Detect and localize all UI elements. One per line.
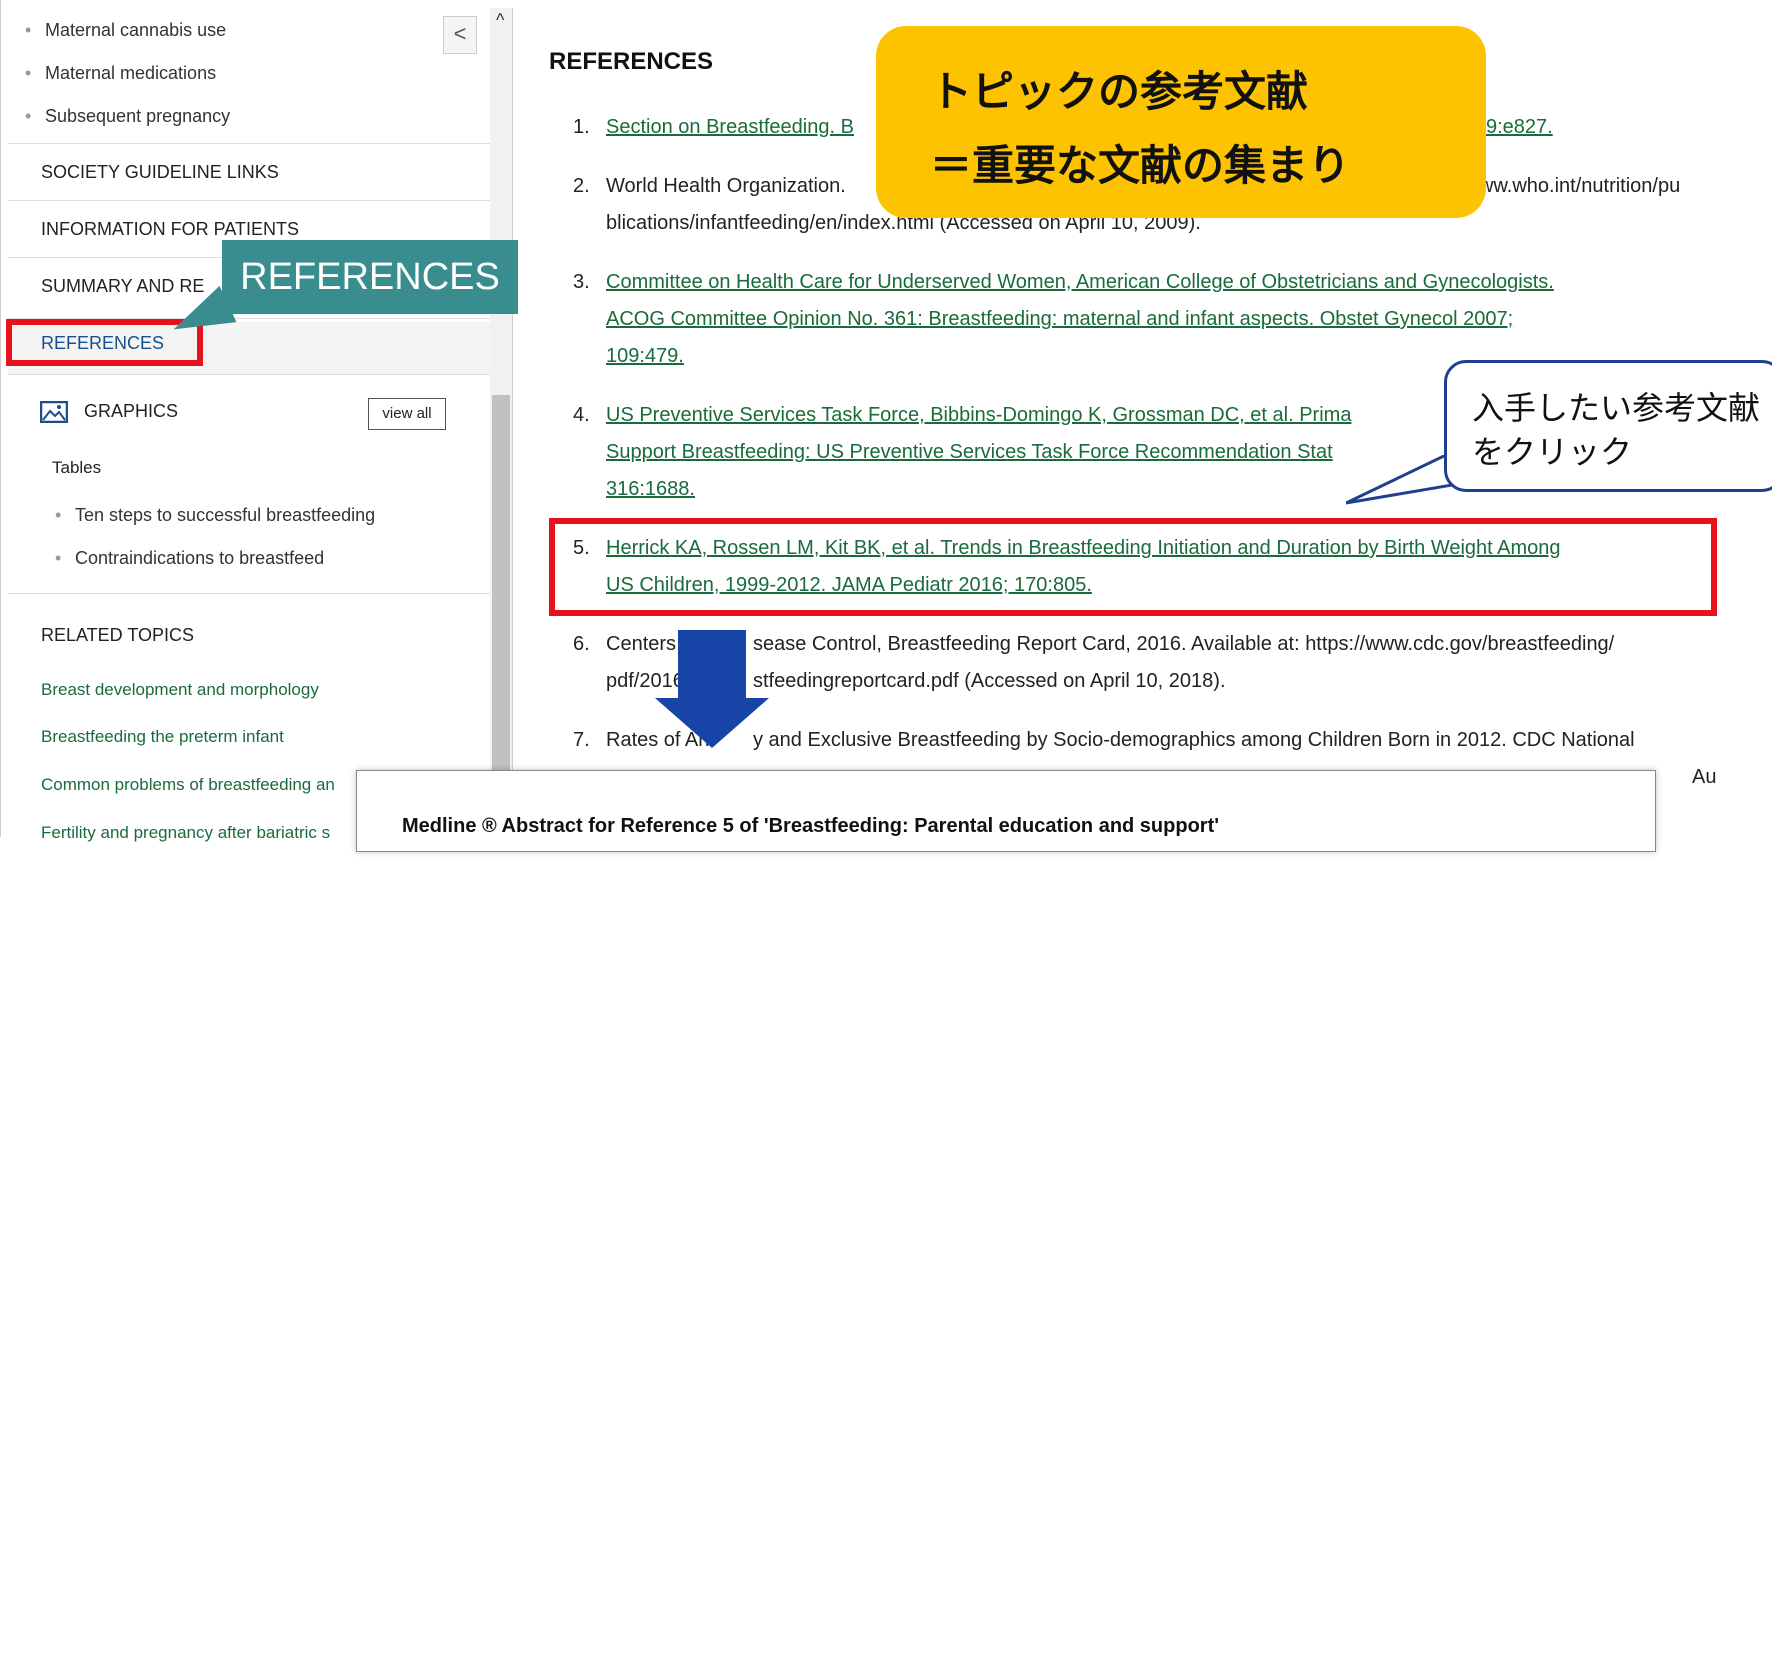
ref-number: 4. <box>573 404 590 426</box>
reference-link-1[interactable]: Section on Breastfeeding. B <box>606 116 854 139</box>
reference-link-4-line3[interactable]: 316:1688. <box>606 478 695 501</box>
ref-number: 3. <box>573 271 590 293</box>
divider <box>8 200 490 201</box>
view-all-button[interactable]: view all <box>368 398 446 430</box>
ref-number: 1. <box>573 116 590 138</box>
sidebar-border <box>512 8 513 845</box>
sidebar-item-maternal-medications[interactable]: Maternal medications <box>25 63 216 84</box>
reference-text-6-cont: sease Control, Breastfeeding Report Card… <box>753 633 1615 655</box>
down-arrow-icon <box>678 630 746 700</box>
reference-text-7-line2: Au <box>1692 766 1717 788</box>
sidebar-item-summary[interactable]: SUMMARY AND RE <box>41 276 204 297</box>
reference-link-3-line3[interactable]: 109:479. <box>606 345 684 368</box>
divider <box>8 143 490 144</box>
reference-link-3[interactable]: Committee on Health Care for Underserved… <box>606 271 1554 294</box>
ref-number: 2. <box>573 175 590 197</box>
related-topic-link[interactable]: Breast development and morphology <box>41 680 319 700</box>
callout-text: 入手したい参考文献 <box>1472 390 1761 426</box>
references-label-callout: REFERENCES <box>222 240 518 314</box>
reference-text-2: World Health Organization. <box>606 175 846 197</box>
image-gallery-icon <box>40 401 68 423</box>
reference-link-3-line2[interactable]: ACOG Committee Opinion No. 361: Breastfe… <box>606 308 1513 331</box>
sidebar-item-society-guidelines[interactable]: SOCIETY GUIDELINE LINKS <box>41 162 279 183</box>
abstract-modal <box>356 770 1656 852</box>
ref-number: 6. <box>573 633 590 655</box>
divider <box>8 374 490 375</box>
sidebar-item-subsequent-pregnancy[interactable]: Subsequent pregnancy <box>25 106 230 127</box>
down-arrow-icon-head <box>655 698 769 748</box>
callout-text: トピックの参考文献 <box>930 68 1309 115</box>
callout-text: ＝重要な文献の集まり <box>930 142 1351 189</box>
modal-title: Medline ® Abstract for Reference 5 of 'B… <box>402 815 1219 837</box>
reference-5-highlight-box <box>549 518 1717 616</box>
scroll-up-icon[interactable]: ^ <box>496 10 504 31</box>
reference-text-6-line2-cont: stfeedingreportcard.pdf (Accessed on Apr… <box>753 670 1226 692</box>
page-title: REFERENCES <box>549 48 714 75</box>
callout-text: をクリック <box>1472 434 1633 470</box>
related-topic-link[interactable]: Fertility and pregnancy after bariatric … <box>41 823 330 843</box>
divider <box>8 593 490 594</box>
reference-link-4[interactable]: US Preventive Services Task Force, Bibbi… <box>606 404 1351 427</box>
related-topic-link[interactable]: Common problems of breastfeeding an <box>41 775 335 795</box>
reference-text-7-cont: y and Exclusive Breastfeeding by Socio-d… <box>753 729 1635 751</box>
tables-heading: Tables <box>52 458 102 477</box>
collapse-sidebar-button[interactable]: < <box>443 16 477 54</box>
ref-number: 7. <box>573 729 590 751</box>
references-pane <box>0 837 1259 1674</box>
reference-link-1-end[interactable]: 9:e827. <box>1486 116 1553 139</box>
sidebar-item-table-contraindications[interactable]: Contraindications to breastfeed <box>55 548 324 569</box>
reference-link-4-line2[interactable]: Support Breastfeeding: US Preventive Ser… <box>606 441 1333 464</box>
related-topics-heading: RELATED TOPICS <box>41 625 195 645</box>
sidebar-item-table-ten-steps[interactable]: Ten steps to successful breastfeeding <box>55 505 375 526</box>
related-topic-link[interactable]: Breastfeeding the preterm infant <box>41 727 284 747</box>
sidebar-item-patient-info[interactable]: INFORMATION FOR PATIENTS <box>41 219 299 240</box>
reference-text-2-url: ww.who.int/nutrition/pu <box>1479 175 1681 197</box>
sidebar-item-maternal-cannabis[interactable]: Maternal cannabis use <box>25 20 226 41</box>
sidebar-item-graphics[interactable]: GRAPHICS <box>84 401 178 422</box>
chevron-left-icon: < <box>453 21 467 46</box>
